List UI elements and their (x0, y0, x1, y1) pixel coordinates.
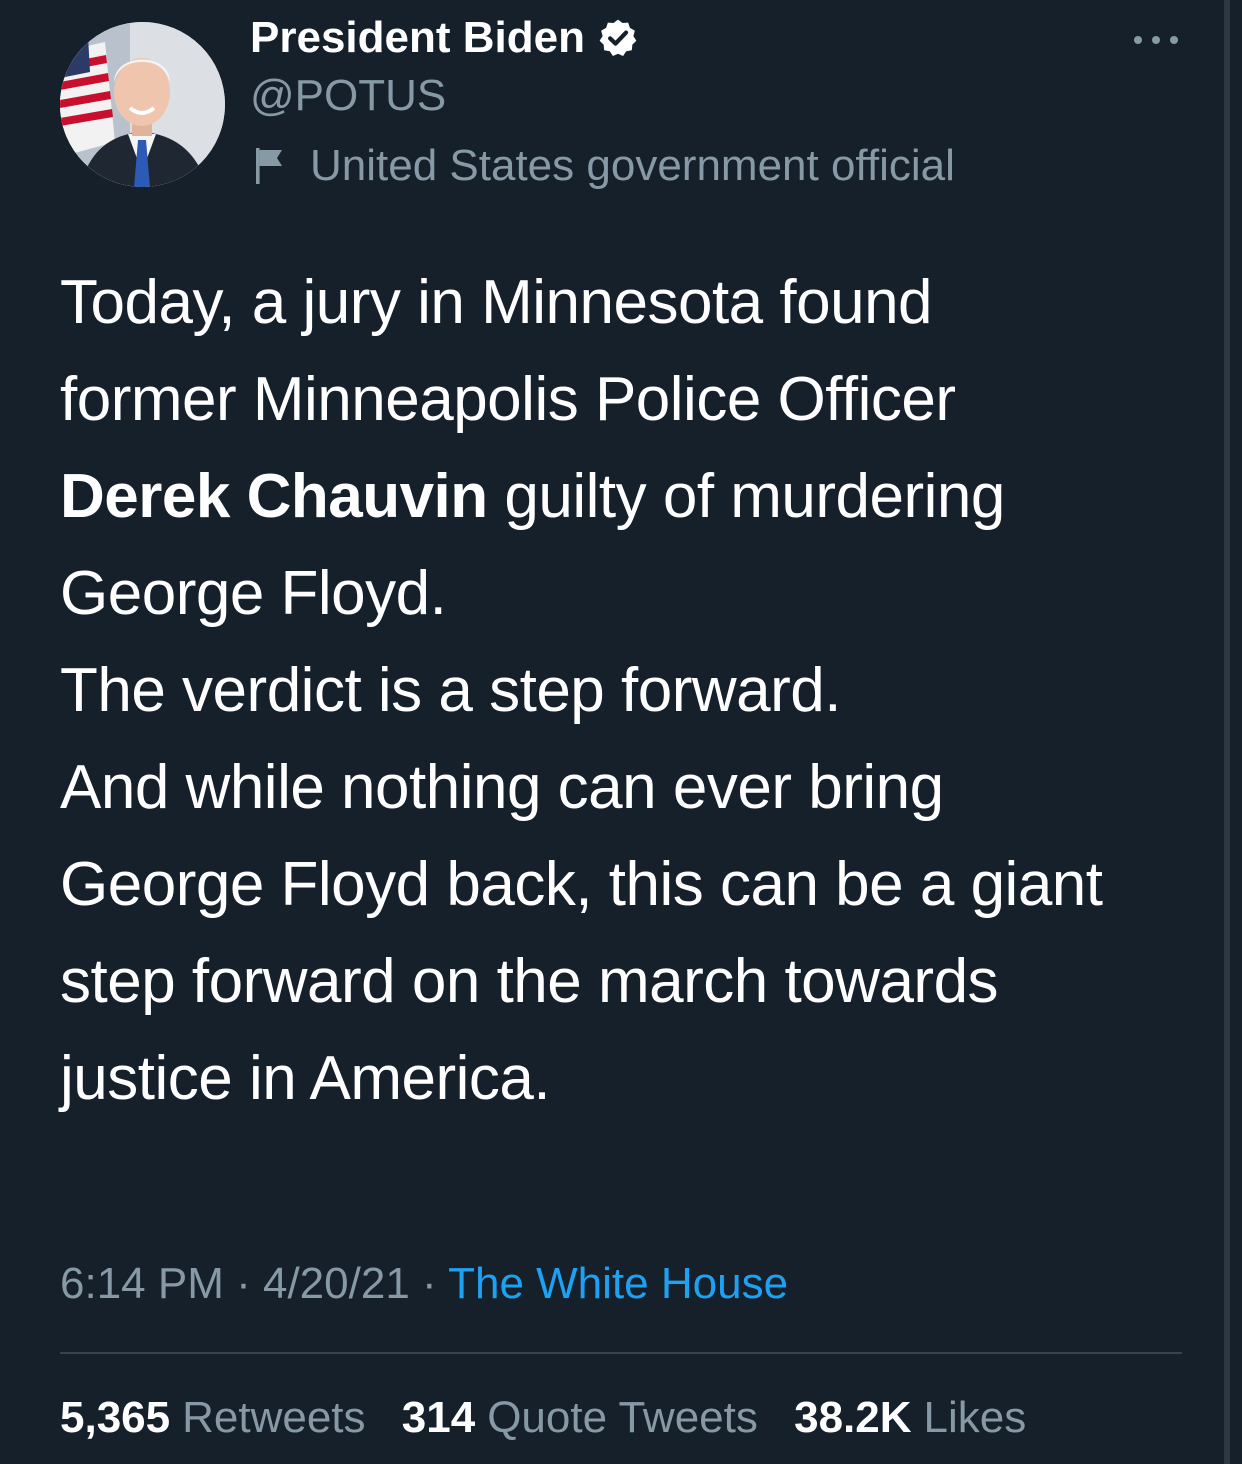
account-label[interactable]: United States government official (250, 140, 955, 192)
tweet-text: Today, a jury in Minnesota found former … (60, 254, 1200, 1127)
tweet-line: George Floyd back, this can be a giant (60, 850, 1103, 919)
more-options-icon[interactable] (1130, 30, 1182, 50)
retweets-label: Retweets (182, 1393, 366, 1442)
tweet-time[interactable]: 6:14 PM (60, 1259, 224, 1308)
tweet-source-link[interactable]: The White House (448, 1259, 788, 1308)
tweet-line: guilty of murdering (487, 462, 1005, 531)
tweet-paragraph-1: Today, a jury in Minnesota found former … (60, 254, 1200, 642)
divider (60, 1352, 1182, 1354)
quote-tweets-label: Quote Tweets (487, 1393, 758, 1442)
likes-count: 38.2K (794, 1393, 912, 1442)
avatar-image (60, 22, 225, 187)
tweet-line: justice in America. (60, 1044, 551, 1113)
meta-separator: · (223, 1259, 263, 1308)
tweet-meta: 6:14 PM · 4/20/21 · The White House (60, 1256, 788, 1312)
tweet-detail: President Biden @POTUS United States gov… (0, 0, 1222, 1464)
tweet-line: Today, a jury in Minnesota found (60, 268, 933, 337)
likes-stat[interactable]: 38.2K Likes (794, 1390, 1026, 1446)
quote-tweets-count: 314 (401, 1393, 476, 1442)
scrollbar-track[interactable] (1224, 0, 1230, 1464)
tweet-line: George Floyd. (60, 559, 447, 628)
author-handle[interactable]: @POTUS (250, 70, 446, 122)
meta-separator: · (409, 1259, 449, 1308)
author-name-text: President Biden (250, 13, 585, 62)
tweet-line: former Minneapolis Police Officer (60, 365, 956, 434)
tweet-paragraph-3: And while nothing can ever bring George … (60, 739, 1200, 1127)
avatar[interactable] (60, 22, 225, 187)
tweet-bold-name: Derek Chauvin (60, 462, 488, 531)
likes-label: Likes (923, 1393, 1027, 1442)
tweet-line: step forward on the march towards (60, 947, 999, 1016)
tweet-date[interactable]: 4/20/21 (263, 1259, 410, 1308)
tweet-line: The verdict is a step forward. (60, 656, 841, 725)
author-display-name[interactable]: President Biden (250, 12, 639, 64)
retweets-count: 5,365 (60, 1393, 171, 1442)
tweet-line: And while nothing can ever bring (60, 753, 944, 822)
verified-badge-icon (597, 17, 639, 59)
account-label-text: United States government official (310, 141, 955, 190)
flag-icon (250, 144, 290, 188)
retweets-stat[interactable]: 5,365 Retweets (60, 1390, 366, 1446)
quote-tweets-stat[interactable]: 314 Quote Tweets (402, 1390, 758, 1446)
tweet-paragraph-2: The verdict is a step forward. (60, 642, 1200, 739)
tweet-stats: 5,365 Retweets 314 Quote Tweets 38.2K Likes (60, 1390, 1050, 1446)
